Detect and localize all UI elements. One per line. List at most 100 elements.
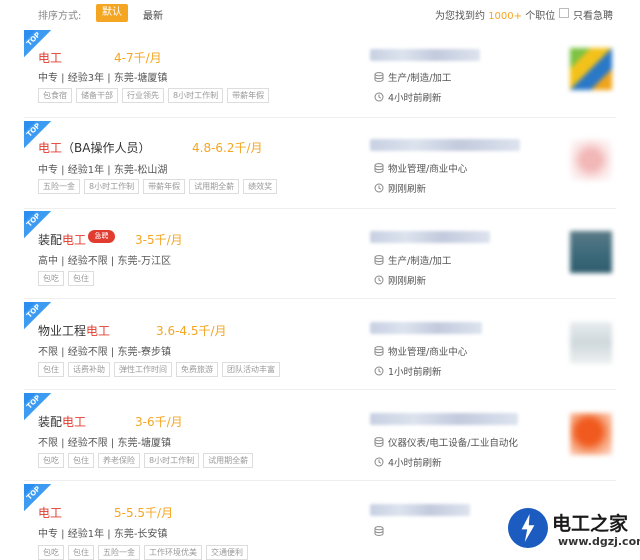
job-tag: 8小时工作制 <box>144 453 200 468</box>
job-tag: 养老保险 <box>98 453 140 468</box>
job-title[interactable]: 装配电工 <box>38 413 86 430</box>
database-icon <box>374 346 384 356</box>
industry-text: 生产/制造/加工 <box>388 73 452 84</box>
job-tag: 工作环境优美 <box>144 545 202 560</box>
company-logo-blurred[interactable] <box>570 231 612 273</box>
job-tags: 五险一金 8小时工作制 带薪年假 试用期全薪 绩效奖 <box>38 179 278 194</box>
title-prefix: 装配 <box>38 233 63 247</box>
title-keyword: 电工 <box>38 506 63 520</box>
company-name-blurred[interactable] <box>370 322 482 334</box>
job-tag: 包住 <box>68 271 94 286</box>
company-logo-blurred[interactable] <box>570 139 612 181</box>
job-meta: 不限 | 经验不限 | 东莞-寮步镇 <box>38 347 172 358</box>
job-card[interactable]: TOP 物业工程电工 3.6-4.5千/月 不限 | 经验不限 | 东莞-寮步镇… <box>24 302 616 390</box>
refresh-text: 4小时前刷新 <box>388 458 442 469</box>
sort-bar: 排序方式: 默认 最新 为您找到约 1000+ 个职位 只看急聘 <box>0 0 640 26</box>
job-tag: 包住 <box>68 453 94 468</box>
job-card[interactable]: TOP 电工（BA操作人员） 4.8-6.2千/月 中专 | 经验1年 | 东莞… <box>24 121 616 209</box>
job-tag: 包住 <box>38 362 64 377</box>
job-title[interactable]: 电工 <box>38 504 62 521</box>
job-refresh: 4小时前刷新 <box>374 90 442 104</box>
job-tag: 团队活动丰富 <box>222 362 280 377</box>
job-meta: 不限 | 经验不限 | 东莞-塘厦镇 <box>38 438 172 449</box>
company-name-blurred[interactable] <box>370 49 480 61</box>
job-tag: 试用期全薪 <box>203 453 254 468</box>
job-tag: 储备干部 <box>76 88 118 103</box>
clock-icon <box>374 275 384 285</box>
job-meta: 中专 | 经验1年 | 东莞-松山湖 <box>38 165 168 176</box>
company-name-blurred[interactable] <box>370 504 470 516</box>
job-tag: 8小时工作制 <box>168 88 224 103</box>
job-industry: 生产/制造/加工 <box>374 253 451 267</box>
company-name-blurred[interactable] <box>370 413 518 425</box>
job-tags: 包吃 包住 <box>38 271 94 286</box>
title-keyword: 电工 <box>38 141 63 155</box>
job-card[interactable]: TOP 装配电工 3-6千/月 不限 | 经验不限 | 东莞-塘厦镇 包吃 包住… <box>24 393 616 481</box>
job-tag: 包吃 <box>38 271 64 286</box>
job-card[interactable]: TOP 电工 4-7千/月 中专 | 经验3年 | 东莞-塘厦镇 包食宿 储备干… <box>24 30 616 118</box>
job-meta: 高中 | 经验不限 | 东莞-万江区 <box>38 256 172 267</box>
job-title[interactable]: 物业工程电工 <box>38 322 110 339</box>
job-tag: 五险一金 <box>38 179 80 194</box>
job-title[interactable]: 电工 <box>38 49 62 66</box>
refresh-text: 刚刚刷新 <box>388 184 427 195</box>
title-prefix: 物业工程 <box>38 324 87 338</box>
lightning-logo-icon <box>508 508 548 548</box>
watermark-title: 电工之家 <box>552 513 629 535</box>
job-industry: 物业管理/商业中心 <box>374 344 467 358</box>
job-tag: 交通便利 <box>206 545 248 560</box>
urgent-only-label[interactable]: 只看急聘 <box>573 7 613 22</box>
title-keyword: 电工 <box>86 324 111 338</box>
clock-icon <box>374 92 384 102</box>
job-tags: 包住 话费补助 弹性工作时间 免费旅游 团队活动丰富 <box>38 362 280 377</box>
result-prefix: 为您找到约 <box>435 11 485 22</box>
industry-text: 物业管理/商业中心 <box>388 164 468 175</box>
company-logo-blurred[interactable] <box>570 48 612 90</box>
title-prefix: 装配 <box>38 415 63 429</box>
urgent-badge: 急聘 <box>88 230 115 243</box>
job-tags: 包吃 包住 养老保险 8小时工作制 试用期全薪 <box>38 453 254 468</box>
job-title[interactable]: 装配电工 <box>38 231 86 248</box>
job-tags: 包吃 包住 五险一金 工作环境优美 交通便利 <box>38 545 248 560</box>
job-tags: 包食宿 储备干部 行业领先 8小时工作制 带薪年假 <box>38 88 270 103</box>
database-icon <box>374 526 384 536</box>
database-icon <box>374 72 384 82</box>
watermark-url: www.dgzj.com <box>558 535 640 548</box>
job-title[interactable]: 电工（BA操作人员） <box>38 139 150 156</box>
urgent-only-checkbox[interactable] <box>559 8 569 18</box>
job-refresh: 1小时前刷新 <box>374 364 442 378</box>
job-tag: 包吃 <box>38 545 64 560</box>
job-tag: 包食宿 <box>38 88 72 103</box>
job-salary: 3.6-4.5千/月 <box>156 324 227 338</box>
title-keyword: 电工 <box>38 51 63 65</box>
job-tag: 话费补助 <box>68 362 110 377</box>
title-keyword: 电工 <box>62 415 87 429</box>
industry-text: 仪器仪表/电工设备/工业自动化 <box>388 438 518 449</box>
database-icon <box>374 437 384 447</box>
job-card[interactable]: TOP 装配电工 急聘 3-5千/月 高中 | 经验不限 | 东莞-万江区 包吃… <box>24 211 616 299</box>
clock-icon <box>374 457 384 467</box>
job-salary: 5-5.5千/月 <box>114 506 174 520</box>
clock-icon <box>374 366 384 376</box>
job-tag: 带薪年假 <box>143 179 186 194</box>
job-industry: 物业管理/商业中心 <box>374 161 467 175</box>
company-name-blurred[interactable] <box>370 139 520 151</box>
company-logo-blurred[interactable] <box>570 413 612 455</box>
job-industry: 仪器仪表/电工设备/工业自动化 <box>374 435 518 449</box>
company-name-blurred[interactable] <box>370 231 490 243</box>
sort-default-button[interactable]: 默认 <box>96 4 128 22</box>
refresh-text: 1小时前刷新 <box>388 367 442 378</box>
job-salary: 4.8-6.2千/月 <box>192 141 263 155</box>
title-keyword: 电工 <box>62 233 87 247</box>
sort-label: 排序方式: <box>38 11 82 22</box>
job-refresh: 4小时前刷新 <box>374 455 442 469</box>
company-logo-blurred[interactable] <box>570 322 612 364</box>
job-tag: 绩效奖 <box>243 179 278 194</box>
job-meta: 中专 | 经验3年 | 东莞-塘厦镇 <box>38 73 168 84</box>
clock-icon <box>374 183 384 193</box>
result-suffix: 个职位 <box>525 11 556 22</box>
job-tag: 带薪年假 <box>227 88 270 103</box>
job-industry: 生产/制造/加工 <box>374 70 451 84</box>
job-tag: 行业领先 <box>122 88 164 103</box>
sort-latest-button[interactable]: 最新 <box>143 7 163 22</box>
